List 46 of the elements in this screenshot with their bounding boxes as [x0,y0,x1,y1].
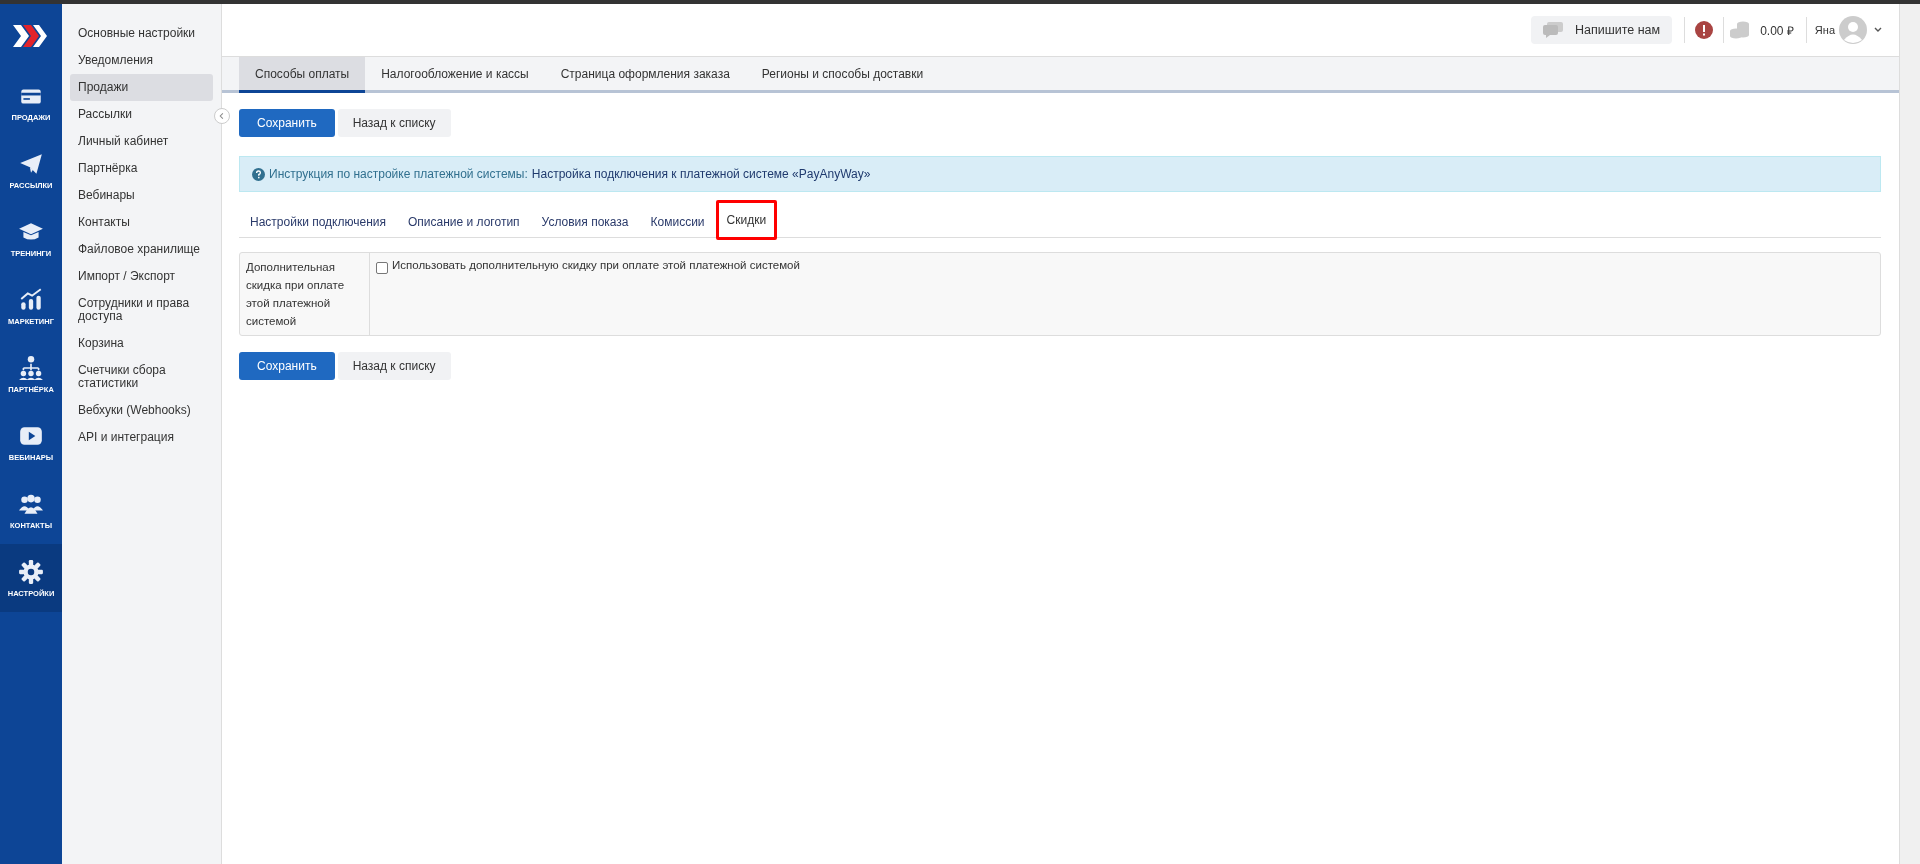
tab[interactable]: Регионы и способы доставки [745,57,940,93]
submenu-item[interactable]: Личный кабинет [70,128,213,155]
submenu-item[interactable]: Файловое хранилище [70,236,213,263]
user-name[interactable]: Яна [1814,24,1835,36]
tab[interactable]: Условия показа [530,206,640,237]
settings-icon [18,558,44,585]
alert-icon[interactable] [1695,21,1714,39]
submenu-item[interactable]: Рассылки [70,101,213,128]
tab[interactable]: Настройки подключения [239,206,397,237]
back-button[interactable]: Назад к списку [337,109,451,137]
tab[interactable]: Способы оплаты [239,57,366,93]
balance-amount: 0.00 ₽ [1760,22,1794,39]
submenu-item[interactable]: Партнёрка [70,155,213,182]
submenu-item[interactable]: Уведомления [70,47,213,74]
submenu-item[interactable]: Вебхуки (Webhooks) [70,397,213,424]
submenu-item[interactable]: Корзина [70,330,213,357]
people-tree-icon [18,354,44,381]
save-button[interactable]: Сохранить [239,352,335,380]
submenu-item[interactable]: API и интеграция [70,424,213,451]
submenu-item[interactable]: Вебинары [70,182,213,209]
help-icon [252,167,265,181]
tab[interactable]: Описание и логотип [396,206,531,237]
bar-chart-icon [18,286,44,313]
scrollbar[interactable] [1899,4,1920,864]
instruction-link[interactable]: Настройка подключения к платежной системе «PayAnyWay» [531,167,871,181]
chat-button[interactable]: Напишите нам [1530,16,1673,44]
coins-icon [1730,21,1751,39]
tab[interactable]: Налогообложение и кассы [365,57,545,93]
tab[interactable]: Скидки [715,200,778,240]
tab[interactable]: Страница оформления заказа [544,57,746,93]
chevrons-logo-icon[interactable] [13,25,49,47]
submenu-item[interactable]: Контакты [70,209,213,236]
submenu-item[interactable]: Счетчики сбора статистики [70,357,213,397]
submenu-item[interactable]: Сотрудники и права доступа [70,290,213,330]
chat-bubbles-icon [1542,22,1563,38]
checkbox[interactable] [376,262,388,274]
collapse-icon[interactable] [214,108,230,124]
tab[interactable]: Комиссии [639,206,716,237]
back-button[interactable]: Назад к списку [337,352,451,380]
submenu-item[interactable]: Импорт / Экспорт [70,263,213,290]
submenu-item[interactable]: Основные настройки [70,20,213,47]
save-button[interactable]: Сохранить [239,109,335,137]
checkbox-label[interactable]: Использовать дополнительную скидку при оплате этой платежной системой [392,259,800,271]
info-text: Инструкция по настройке платежной системы: [269,167,528,181]
submenu-item[interactable]: Продажи [70,74,213,101]
field-label: Дополнительная скидка при оплате этой платежной системой [240,253,370,335]
